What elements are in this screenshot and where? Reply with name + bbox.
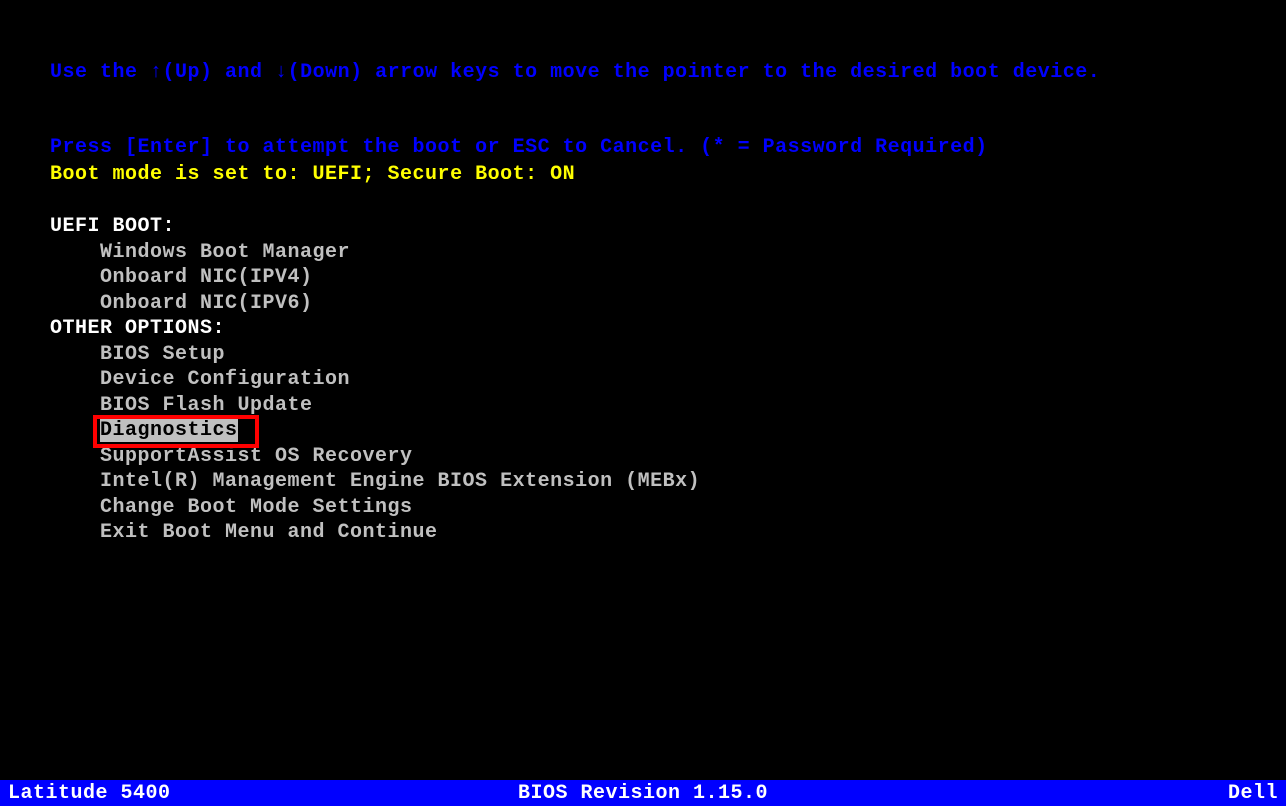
menu-item-change-boot-mode[interactable]: Change Boot Mode Settings	[50, 495, 700, 521]
other-options-header: OTHER OPTIONS:	[50, 316, 700, 342]
footer-bios-revision: BIOS Revision 1.15.0	[518, 782, 768, 805]
footer-bar: Latitude 5400 BIOS Revision 1.15.0 Dell	[0, 780, 1286, 806]
footer-vendor: Dell	[1228, 782, 1278, 805]
menu-item-device-configuration[interactable]: Device Configuration	[50, 367, 700, 393]
instructions-line1: Use the ↑(Up) and ↓(Down) arrow keys to …	[50, 60, 1100, 85]
menu-item-bios-flash-update[interactable]: BIOS Flash Update	[50, 393, 700, 419]
menu-item-intel-mebx[interactable]: Intel(R) Management Engine BIOS Extensio…	[50, 469, 700, 495]
footer-model: Latitude 5400	[8, 782, 171, 805]
menu-item-exit-boot-menu[interactable]: Exit Boot Menu and Continue	[50, 520, 700, 546]
up-arrow-icon: ↑	[150, 61, 163, 84]
menu-item-onboard-nic-ipv4[interactable]: Onboard NIC(IPV4)	[50, 265, 700, 291]
bios-boot-menu: Use the ↑(Up) and ↓(Down) arrow keys to …	[0, 0, 1286, 806]
menu-item-supportassist-os-recovery[interactable]: SupportAssist OS Recovery	[50, 444, 700, 470]
menu-item-windows-boot-manager[interactable]: Windows Boot Manager	[50, 240, 700, 266]
menu-item-bios-setup[interactable]: BIOS Setup	[50, 342, 700, 368]
menu-item-diagnostics[interactable]: Diagnostics	[50, 418, 700, 444]
menu-item-onboard-nic-ipv6[interactable]: Onboard NIC(IPV6)	[50, 291, 700, 317]
boot-menu: UEFI BOOT: Windows Boot Manager Onboard …	[50, 214, 700, 546]
uefi-boot-header: UEFI BOOT:	[50, 214, 700, 240]
down-arrow-icon: ↓	[275, 61, 288, 84]
boot-mode-status: Boot mode is set to: UEFI; Secure Boot: …	[50, 163, 575, 186]
instructions-line2: Press [Enter] to attempt the boot or ESC…	[50, 135, 1100, 160]
